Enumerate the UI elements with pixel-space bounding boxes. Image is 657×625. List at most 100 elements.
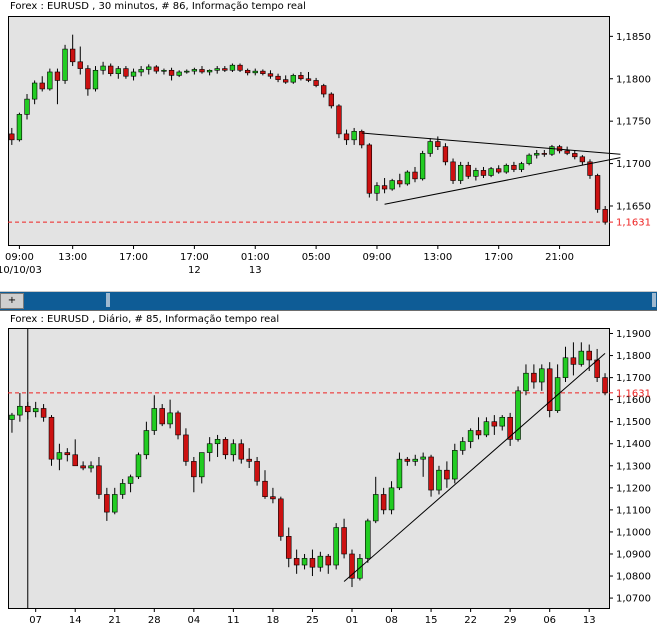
y-tick-label: 1,1700: [616, 373, 651, 384]
y-tick-label: 1,1900: [616, 329, 651, 340]
trendline: [384, 157, 621, 205]
y-tick-label: 1,1400: [616, 439, 651, 450]
y-tick-label: 1,1700: [616, 159, 651, 170]
candle-up: [92, 69, 99, 90]
x-tick-label: 06: [543, 615, 556, 625]
candle-down: [72, 454, 78, 467]
last-price-label: 1,1631: [616, 388, 651, 399]
candle-down: [450, 161, 456, 181]
candle-up: [252, 70, 258, 74]
candle-down: [222, 439, 229, 456]
candle-down: [153, 66, 160, 72]
x-tick-label: 29: [504, 615, 517, 625]
candle-down: [54, 71, 61, 81]
candle-up: [290, 75, 296, 83]
y-tick-label: 1,1200: [616, 483, 651, 494]
candle-down: [343, 133, 350, 141]
candle-up: [88, 465, 94, 469]
candle-down: [328, 93, 334, 107]
candle-up: [419, 153, 426, 180]
candle-up: [333, 527, 339, 566]
candle-down: [428, 456, 434, 491]
candle-up: [483, 421, 490, 436]
candle-up: [459, 441, 466, 451]
candle-up: [62, 48, 68, 81]
splitter-move-icon[interactable]: +: [0, 293, 24, 309]
candle-down: [254, 461, 260, 482]
candle-down: [491, 421, 498, 427]
candle-up: [31, 82, 38, 100]
x-tick-label: 22: [464, 615, 477, 625]
y-tick-label: 1,1650: [616, 201, 651, 212]
candle-up: [388, 487, 395, 511]
candle-down: [39, 82, 45, 90]
x-tick-label: 08: [385, 615, 398, 625]
candle-down: [267, 73, 274, 77]
candle-up: [127, 476, 134, 484]
candle-up: [534, 153, 540, 156]
intraday-candlestick-chart[interactable]: 1,1850 1,1800 1,1750 1,1700 1,1650 1,1631 09:0…: [0, 0, 657, 291]
candle-up: [135, 454, 142, 478]
candle-down: [246, 458, 252, 462]
x-tick-label: 25: [306, 615, 319, 625]
candle-down: [293, 558, 300, 566]
candle-down: [444, 469, 450, 480]
candle-down: [70, 48, 76, 63]
candle-down: [546, 368, 553, 411]
candle-up: [365, 520, 371, 559]
splitter-left-mark: [106, 293, 110, 307]
candle-down: [397, 180, 403, 185]
trendline: [361, 132, 621, 155]
candle-down: [40, 408, 47, 418]
candle-down: [80, 465, 86, 469]
x-tick-label: 01:00: [241, 252, 270, 263]
candle-down: [48, 416, 55, 460]
x-tick-label: 09:00: [363, 252, 392, 263]
candle-up: [184, 70, 190, 73]
candle-up: [112, 494, 118, 513]
trendline: [343, 352, 606, 582]
candle-down: [270, 496, 276, 500]
candle-up: [301, 558, 308, 566]
candle-down: [602, 377, 608, 394]
y-tick-label: 1,0700: [616, 594, 651, 605]
candle-down: [309, 558, 316, 568]
y-tick-label: 1,0900: [616, 549, 651, 560]
x-tick-label: 07: [29, 615, 42, 625]
candle-up: [452, 450, 458, 480]
candle-up: [515, 390, 521, 440]
candle-down: [586, 350, 592, 361]
candle-down: [541, 153, 547, 155]
y-tick-label: 1,1300: [616, 461, 651, 472]
candle-down: [594, 175, 601, 210]
candle-down: [104, 494, 110, 513]
candle-down: [572, 153, 578, 158]
candle-down: [465, 164, 471, 177]
candle-down: [244, 69, 251, 74]
x-tick-label: 14: [69, 615, 82, 625]
candle-down: [325, 555, 332, 566]
candle-up: [499, 416, 505, 427]
x-tick-label: 01: [346, 615, 359, 625]
candle-down: [336, 105, 342, 135]
daily-candlestick-chart[interactable]: 1,19001,18001,17001,16001,15001,14001,13…: [0, 310, 657, 625]
candle-up: [9, 414, 15, 420]
candle-up: [526, 154, 532, 164]
candle-up: [230, 443, 237, 456]
candle-down: [159, 408, 165, 425]
panel-splitter[interactable]: +: [0, 291, 657, 311]
candle-down: [85, 68, 91, 90]
candle-up: [523, 372, 529, 392]
splitter-right-mark: [652, 293, 656, 307]
x-tick-label: 21:00: [545, 252, 574, 263]
candle-up: [214, 439, 221, 445]
candle-up: [457, 164, 464, 181]
candle-down: [442, 146, 449, 163]
x-tick-label: 28: [148, 615, 161, 625]
candle-up: [317, 555, 324, 568]
candle-up: [389, 180, 395, 190]
candle-up: [467, 430, 474, 442]
candle-down: [25, 405, 31, 413]
candle-up: [143, 430, 150, 456]
x-tick-label: 11: [227, 615, 240, 625]
